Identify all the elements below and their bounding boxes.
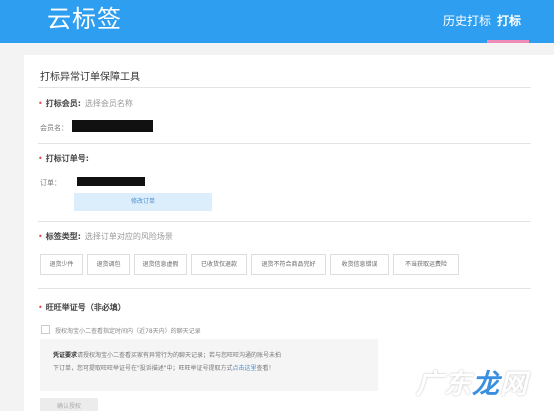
member-section-label: • 打标会员: 选择会员名称 [38,98,133,109]
tag-option[interactable]: 退货调包 [87,254,130,275]
info-line-2: 下订单，您可提取旺旺举证号在"投诉描述"中；旺旺举证号提取方式点击这里查看！ [53,362,378,375]
info-text-1: 请授权淘宝小二查看买家有异常行为的聊天记录；若与您旺旺沟通的账号未拍 [77,352,282,359]
active-tab-indicator [487,40,529,43]
watermark-char: 东 [444,369,472,400]
member-name-label: 会员名： [40,124,68,132]
tag-divider [38,288,531,289]
nav-print-tab[interactable]: 打标 [497,13,521,29]
wangwang-section-label: • 旺旺举证号（非必填） [38,302,126,313]
order-number-redacted [77,177,145,186]
tag-section-label: • 标签类型: 选择订单对应的风险场景 [38,231,173,242]
member-divider [38,143,531,144]
authorize-chat-label[interactable]: 授权淘宝小二查看指定时间内（近78天内）的聊天记录 [55,326,201,335]
info-text-3: 查看！ [256,365,275,372]
info-line-1: 凭证要求请授权淘宝小二查看买家有异常行为的聊天记录；若与您旺旺沟通的账号未拍 [53,349,378,362]
tag-option[interactable]: 收货信息错误 [330,254,389,275]
watermark-char: 网 [500,369,528,400]
order-field-label: 订单： [40,179,61,187]
required-marker: • [38,154,43,163]
member-label-text: 打标会员: [45,99,81,108]
required-marker: • [38,303,43,312]
info-strong: 凭证要求 [53,352,78,359]
tag-type-hint: 选择订单对应的风险场景 [84,232,173,241]
order-label-text: 打标订单号: [45,154,89,163]
watermark-char: 广 [416,369,444,400]
top-bar: 云标签 历史打标 打标 [0,0,554,43]
order-divider [38,221,531,222]
tag-label-text: 标签类型: [45,232,81,241]
title-divider [38,87,531,88]
site-watermark: 广东龙网 [416,367,548,403]
member-name-redacted [72,120,153,132]
order-section-label: • 打标订单号: [38,153,89,164]
evidence-requirements-box: 凭证要求请授权淘宝小二查看买家有异常行为的聊天记录；若与您旺旺沟通的账号未拍 下… [40,339,378,391]
edit-order-button[interactable]: 修改订单 [74,193,212,211]
authorize-chat-checkbox[interactable] [41,325,50,334]
page-title: 打标异常订单保障工具 [40,72,140,83]
click-here-link[interactable]: 点击这里 [233,365,257,372]
confirm-authorization-button[interactable]: 确认授权 [40,398,98,411]
tag-option[interactable]: 退货信息虚假 [134,254,187,275]
required-marker: • [38,99,43,108]
member-select-hint[interactable]: 选择会员名称 [85,99,133,108]
nav-history-tab[interactable]: 历史打标 [443,13,491,29]
tag-option[interactable]: 退货少件 [40,254,83,275]
required-marker: • [38,232,43,241]
tag-option[interactable]: 退货不符合商品完好 [251,254,326,275]
wangwang-label-text: 旺旺举证号（非必填） [45,303,126,312]
tag-option[interactable]: 不当获取运费险 [393,254,459,275]
app-logo: 云标签 [47,5,122,33]
watermark-char: 龙 [472,369,500,400]
info-text-2: 下订单，您可提取旺旺举证号在"投诉描述"中；旺旺举证号提取方式 [53,365,233,372]
tag-option[interactable]: 已收货仅退款 [191,254,247,275]
watermark-text: 广东龙网 [416,367,528,403]
